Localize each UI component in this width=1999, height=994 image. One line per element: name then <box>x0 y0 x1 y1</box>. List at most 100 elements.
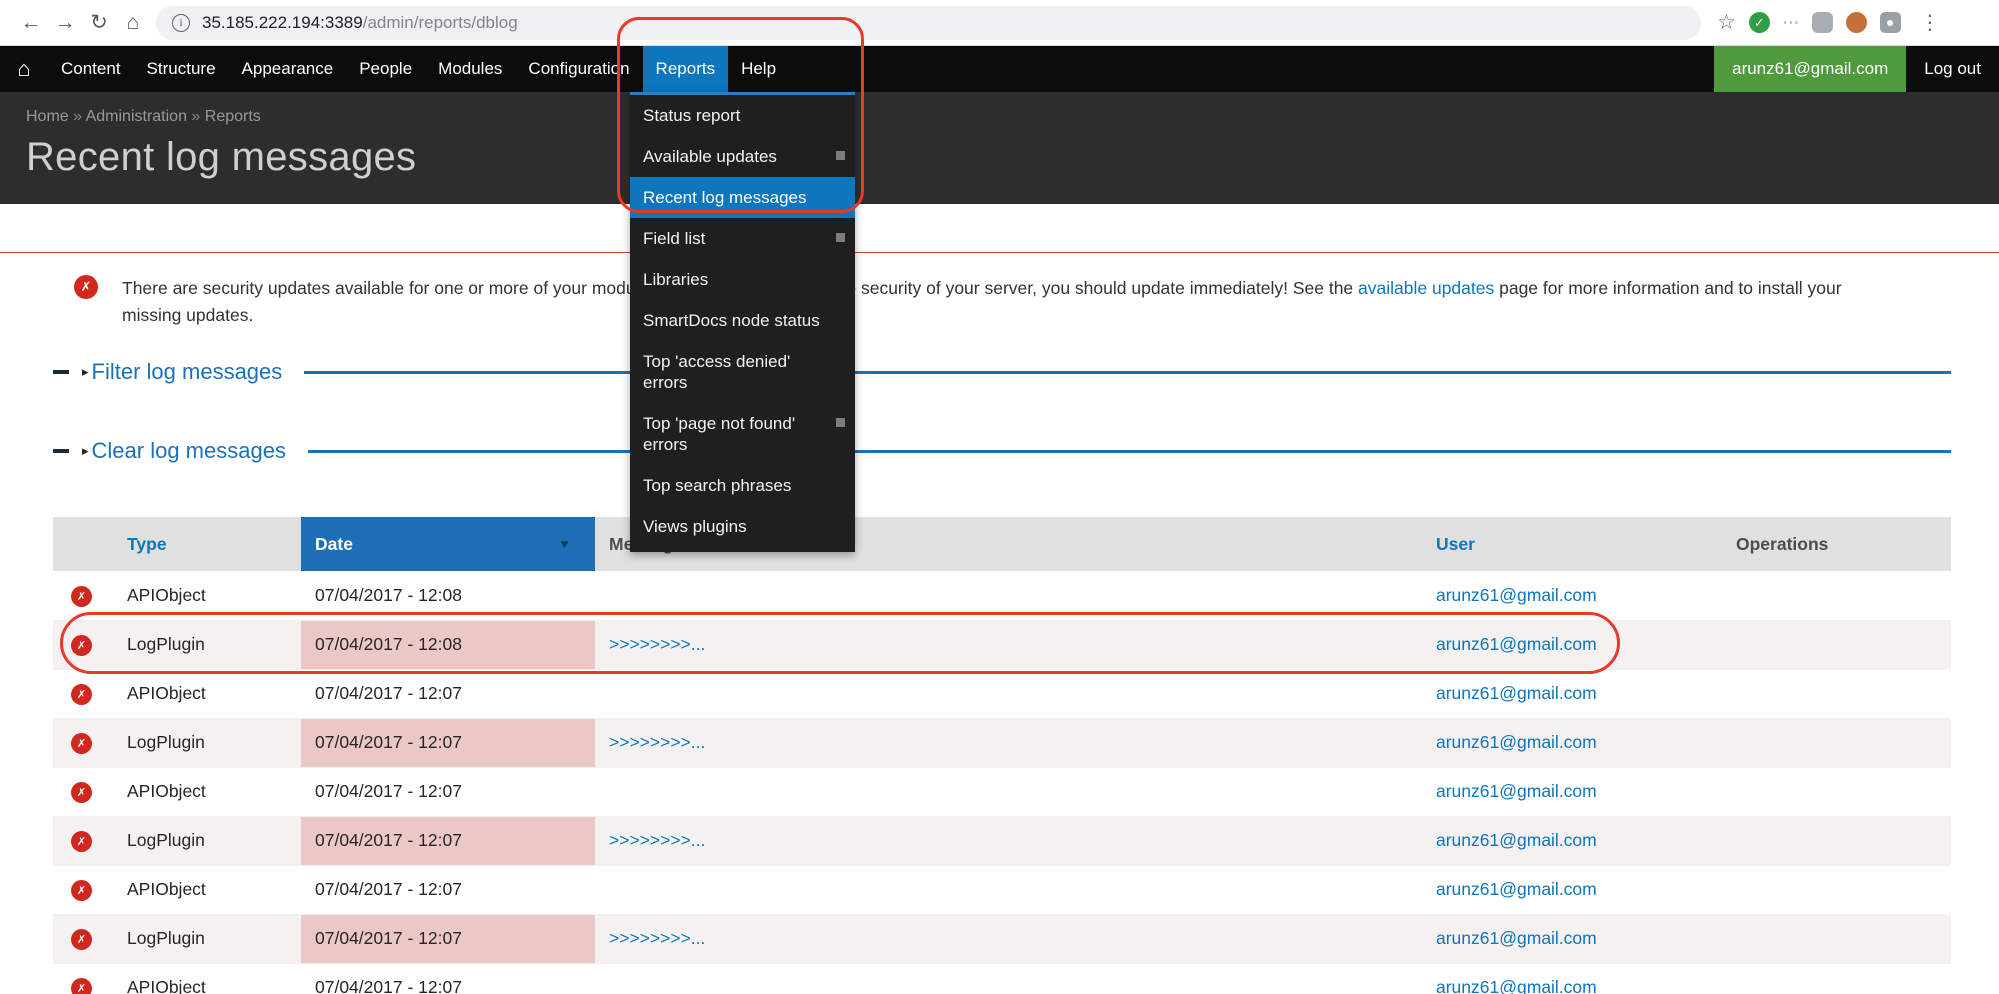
breadcrumb-separator: » <box>69 108 86 125</box>
type-cell: LogPlugin <box>113 816 301 865</box>
user-cell: arunz61@gmail.com <box>1422 914 1722 963</box>
forward-icon[interactable]: → <box>48 6 82 40</box>
dropdown-item-top-page-not-found-errors[interactable]: Top 'page not found' errors <box>630 403 855 465</box>
message-cell: >>>>>>>>... <box>595 620 1422 669</box>
date-cell: 07/04/2017 - 12:07 <box>301 718 595 767</box>
type-cell: APIObject <box>113 963 301 994</box>
menu-item-modules[interactable]: Modules <box>425 46 515 92</box>
back-icon[interactable]: ← <box>14 6 48 40</box>
menu-item-structure[interactable]: Structure <box>134 46 229 92</box>
user-cell: arunz61@gmail.com <box>1422 865 1722 914</box>
date-cell: 07/04/2017 - 12:08 <box>301 571 595 620</box>
table-row: ✗APIObject07/04/2017 - 12:07arunz61@gmai… <box>53 767 1951 816</box>
type-cell: APIObject <box>113 669 301 718</box>
dropdown-item-badge <box>836 418 845 427</box>
dropdown-item-libraries[interactable]: Libraries <box>630 259 855 300</box>
menu-item-configuration[interactable]: Configuration <box>515 46 642 92</box>
dropdown-item-top-search-phrases[interactable]: Top search phrases <box>630 465 855 506</box>
menu-item-appearance[interactable]: Appearance <box>229 46 347 92</box>
error-icon: ✗ <box>71 929 92 950</box>
fieldset-dash <box>53 449 69 453</box>
dropdown-item-label: Views plugins <box>643 517 747 536</box>
dropdown-item-badge <box>836 151 845 160</box>
menu-item-people[interactable]: People <box>346 46 425 92</box>
breadcrumb-link-home[interactable]: Home <box>26 108 69 125</box>
account-badge[interactable]: arunz61@gmail.com <box>1714 46 1906 92</box>
bookmark-star-icon[interactable]: ☆ <box>1717 10 1736 35</box>
column-header-label: Operations <box>1736 534 1828 554</box>
dropdown-item-views-plugins[interactable]: Views plugins <box>630 506 855 547</box>
message-link[interactable]: >>>>>>>>... <box>609 634 705 654</box>
user-link[interactable]: arunz61@gmail.com <box>1436 928 1597 948</box>
user-link[interactable]: arunz61@gmail.com <box>1436 977 1597 994</box>
extension-orange-icon[interactable] <box>1846 12 1867 33</box>
logout-link[interactable]: Log out <box>1906 46 1999 92</box>
error-icon: ✗ <box>71 978 92 994</box>
dropdown-item-field-list[interactable]: Field list <box>630 218 855 259</box>
dropdown-item-status-report[interactable]: Status report <box>630 95 855 136</box>
user-link[interactable]: arunz61@gmail.com <box>1436 781 1597 801</box>
browser-home-icon[interactable]: ⌂ <box>116 6 150 40</box>
user-link[interactable]: arunz61@gmail.com <box>1436 585 1597 605</box>
message-link[interactable]: >>>>>>>>... <box>609 928 705 948</box>
menu-item-help[interactable]: Help <box>728 46 789 92</box>
message-cell <box>595 865 1422 914</box>
filter-log-messages-legend[interactable]: Filter log messages <box>92 359 283 385</box>
dropdown-item-smartdocs-node-status[interactable]: SmartDocs node status <box>630 300 855 341</box>
breadcrumb-link-administration[interactable]: Administration <box>86 108 187 125</box>
browser-menu-icon[interactable]: ⋮ <box>1914 10 1946 35</box>
operations-cell <box>1722 767 1951 816</box>
message-cell <box>595 571 1422 620</box>
user-link[interactable]: arunz61@gmail.com <box>1436 634 1597 654</box>
date-cell: 07/04/2017 - 12:07 <box>301 816 595 865</box>
breadcrumb-link-reports[interactable]: Reports <box>205 108 261 125</box>
message-link[interactable]: >>>>>>>>... <box>609 732 705 752</box>
user-link[interactable]: arunz61@gmail.com <box>1436 683 1597 703</box>
user-cell: arunz61@gmail.com <box>1422 718 1722 767</box>
site-info-icon[interactable]: i <box>172 14 190 32</box>
dropdown-item-top-access-denied-errors[interactable]: Top 'access denied' errors <box>630 341 855 403</box>
address-bar[interactable]: i 35.185.222.194:3389/admin/reports/dblo… <box>156 6 1701 40</box>
error-icon: ✗ <box>71 782 92 803</box>
drupal-home-icon[interactable]: ⌂ <box>0 46 48 92</box>
dropdown-item-label: Available updates <box>643 147 777 166</box>
dropdown-item-available-updates[interactable]: Available updates <box>630 136 855 177</box>
error-icon: ✗ <box>71 684 92 705</box>
user-link[interactable]: arunz61@gmail.com <box>1436 879 1597 899</box>
user-link[interactable]: arunz61@gmail.com <box>1436 732 1597 752</box>
extension-overflow-icon[interactable]: ⋯ <box>1783 12 1799 33</box>
severity-cell: ✗ <box>53 669 113 718</box>
column-header-user[interactable]: User <box>1422 517 1722 571</box>
url-host: 35.185.222.194:3389 <box>202 13 363 32</box>
message-cell: >>>>>>>>... <box>595 816 1422 865</box>
browser-extensions-area: ☆ ✓ ⋯ ⋮ <box>1717 10 1946 35</box>
clear-log-messages-legend[interactable]: Clear log messages <box>92 438 286 464</box>
error-message-text: There are security updates available for… <box>122 275 1902 329</box>
available-updates-link[interactable]: available updates <box>1358 278 1494 298</box>
column-header-date[interactable]: Date▼ <box>301 517 595 571</box>
browser-toolbar: ← → ↻ ⌂ i 35.185.222.194:3389/admin/repo… <box>0 0 1999 46</box>
dropdown-item-badge <box>836 233 845 242</box>
column-header-type[interactable]: Type <box>113 517 301 571</box>
menu-item-reports[interactable]: Reports <box>643 46 729 92</box>
extension-gray-icon[interactable] <box>1812 12 1833 33</box>
message-cell: >>>>>>>>... <box>595 718 1422 767</box>
menu-item-content[interactable]: Content <box>48 46 134 92</box>
screen: ← → ↻ ⌂ i 35.185.222.194:3389/admin/repo… <box>0 0 1999 994</box>
severity-cell: ✗ <box>53 620 113 669</box>
dropdown-item-recent-log-messages[interactable]: Recent log messages <box>630 177 855 218</box>
dropdown-item-label: Status report <box>643 106 740 125</box>
url-path: /admin/reports/dblog <box>363 13 518 32</box>
page-title: Recent log messages <box>26 135 1999 180</box>
user-link[interactable]: arunz61@gmail.com <box>1436 830 1597 850</box>
type-cell: APIObject <box>113 865 301 914</box>
user-cell: arunz61@gmail.com <box>1422 767 1722 816</box>
dropdown-item-label: SmartDocs node status <box>643 311 820 330</box>
extension-square-icon[interactable] <box>1880 12 1901 33</box>
message-link[interactable]: >>>>>>>>... <box>609 830 705 850</box>
fieldset-line <box>304 371 1951 374</box>
extension-check-icon[interactable]: ✓ <box>1749 12 1770 33</box>
severity-cell: ✗ <box>53 914 113 963</box>
column-header-label: Date <box>315 534 353 554</box>
reload-icon[interactable]: ↻ <box>82 6 116 40</box>
